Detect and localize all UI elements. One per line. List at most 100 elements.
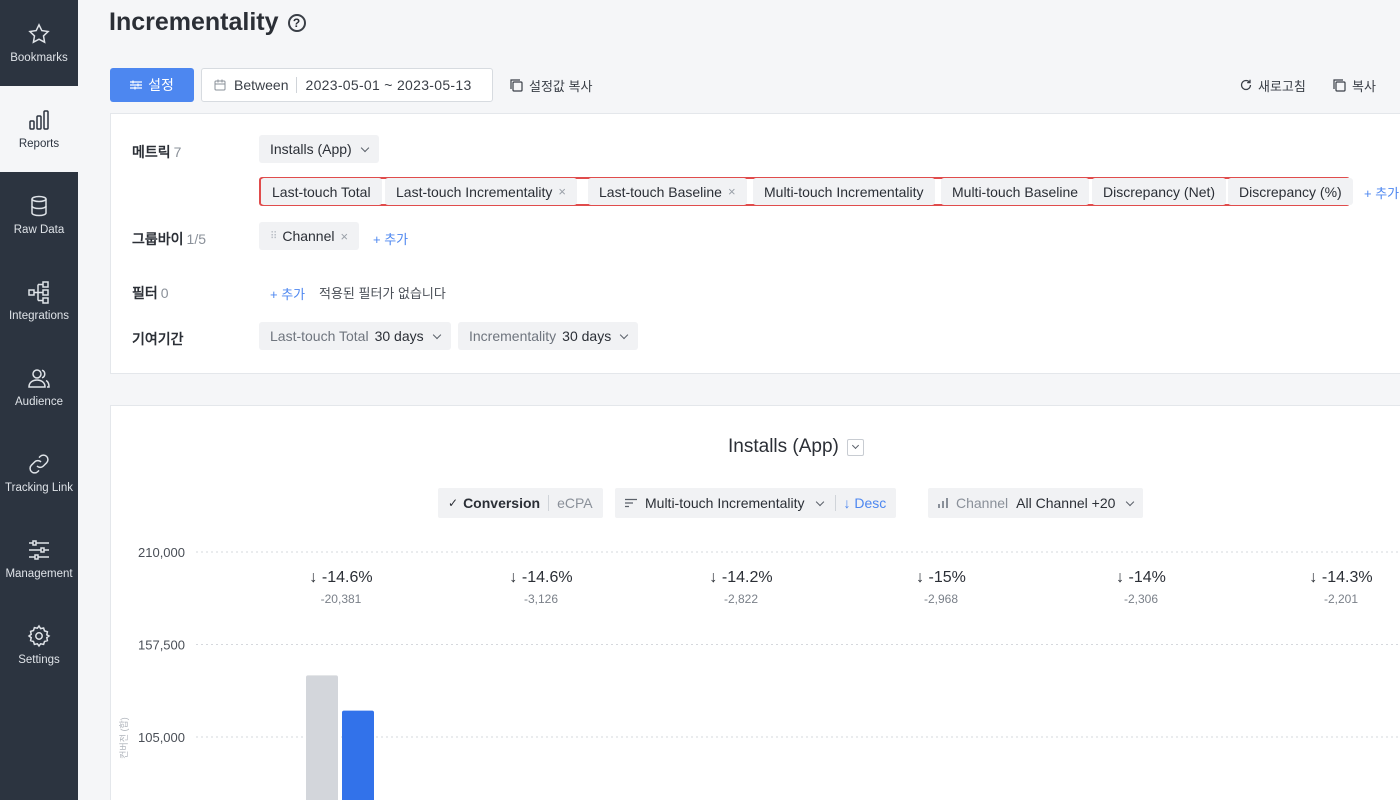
sidebar-item-label: Tracking Link xyxy=(5,482,73,494)
sidebar-item-reports[interactable]: Reports xyxy=(0,86,78,172)
y-tick-label: 157,500 xyxy=(138,638,185,653)
sidebar-item-label: Raw Data xyxy=(13,224,65,236)
sidebar-item-audience[interactable]: Audience xyxy=(0,344,78,430)
metric-chip[interactable]: Last-touch Incrementality × xyxy=(385,178,577,205)
metric-chip-label: Discrepancy (Net) xyxy=(1103,183,1216,200)
copy-button[interactable]: 복사 xyxy=(1333,68,1376,102)
metric-label: 메트릭 7 xyxy=(132,142,181,162)
refresh-icon xyxy=(1240,79,1252,91)
metric-chip[interactable]: Multi-touch Incrementality xyxy=(753,178,935,205)
metric-count: 7 xyxy=(173,144,182,160)
change-value: -2,968 xyxy=(923,592,959,606)
metric-chip[interactable]: Last-touch Total xyxy=(261,178,382,205)
add-filter-button[interactable]: + 추가 xyxy=(270,284,305,303)
change-value: -2,201 xyxy=(1323,592,1359,606)
chevron-down-icon xyxy=(432,330,441,339)
groupby-chip-label: Channel xyxy=(282,228,335,244)
calendar-icon xyxy=(214,79,226,91)
metric-chip[interactable]: Discrepancy (Net) xyxy=(1092,178,1227,205)
sidebar: Bookmarks Reports Raw Data Integrations … xyxy=(0,0,78,800)
metric-chip-label: Multi-touch Baseline xyxy=(952,183,1079,200)
change-annotation: ↓ -14.6% -3,126 xyxy=(471,569,611,606)
refresh-button[interactable]: 새로고침 xyxy=(1240,68,1306,102)
date-mode: Between xyxy=(234,77,289,93)
chevron-down-icon xyxy=(619,330,629,339)
metric-label-text: 메트릭 xyxy=(132,144,171,160)
metric-chip[interactable]: Last-touch Baseline × xyxy=(588,178,747,205)
y-axis-label: 컨버전 (합) xyxy=(119,717,129,759)
sidebar-item-management[interactable]: Management xyxy=(0,516,78,602)
metric-chip-label: Last-touch Baseline xyxy=(599,183,722,200)
copy-settings-button[interactable]: 설정값 복사 xyxy=(510,68,592,102)
y-tick-label: 210,000 xyxy=(138,545,185,560)
add-metric-button[interactable]: + 추가 xyxy=(1364,183,1399,202)
metric-chip-label: Multi-touch Incrementality xyxy=(764,183,924,200)
groupby-chip-channel[interactable]: ⠿ Channel × xyxy=(259,222,360,250)
gear-icon xyxy=(27,624,51,648)
chart-card: Installs (App) ✓ Conversion eCPA Multi-t… xyxy=(110,405,1400,800)
filter-label: 필터 0 xyxy=(132,283,169,303)
change-percent: ↓ -14.6% xyxy=(309,569,373,586)
change-annotation: ↓ -14.6% -20,381 xyxy=(271,569,411,606)
sidebar-item-settings[interactable]: Settings xyxy=(0,602,78,688)
sliders-icon xyxy=(130,80,143,90)
change-annotation: ↓ -14.3% -2,201 xyxy=(1271,569,1400,606)
close-icon[interactable]: × xyxy=(558,184,566,199)
bar-chart-icon xyxy=(29,110,49,130)
audience-icon xyxy=(28,369,50,388)
sidebar-item-tracking-link[interactable]: Tracking Link xyxy=(0,430,78,516)
change-value: -20,381 xyxy=(320,592,362,606)
add-groupby-button[interactable]: + 추가 xyxy=(373,229,408,248)
metric-chip-label: Last-touch Incrementality xyxy=(396,183,553,200)
change-percent: ↓ -14.2% xyxy=(709,569,773,586)
attribution-window-value: 30 days xyxy=(562,328,612,344)
change-value: -3,126 xyxy=(523,592,559,606)
attribution-label: 기여기간 xyxy=(132,331,184,347)
chart-bar[interactable] xyxy=(306,675,338,800)
settings-panel: 메트릭 7 Installs (App) Last-touch Total Las… xyxy=(110,113,1400,374)
refresh-label: 새로고침 xyxy=(1258,78,1306,94)
settings-button-label: 설정 xyxy=(148,77,174,93)
change-percent: ↓ -14% xyxy=(1116,569,1166,586)
close-icon[interactable]: × xyxy=(340,229,348,244)
copy-settings-label: 설정값 복사 xyxy=(529,78,593,94)
chart-bar[interactable] xyxy=(342,710,374,800)
groupby-label-text: 그룹바이 xyxy=(132,231,184,247)
filter-empty-text: 적용된 필터가 없습니다 xyxy=(319,286,446,301)
metric-chip[interactable]: Multi-touch Baseline xyxy=(941,178,1090,205)
sidebar-item-label: Reports xyxy=(18,138,60,150)
close-icon[interactable]: × xyxy=(728,184,736,199)
integrations-icon xyxy=(28,281,49,304)
sidebar-item-label: Audience xyxy=(15,396,63,408)
chevron-down-icon xyxy=(360,143,369,152)
attribution-window-last-touch[interactable]: Last-touch Total 30 days xyxy=(259,322,451,350)
page-title-text: Incrementality xyxy=(109,8,279,36)
change-annotation: ↓ -14% -2,306 xyxy=(1071,569,1211,606)
star-icon xyxy=(28,23,50,44)
sliders-icon xyxy=(29,540,49,560)
metric-event-label: Installs (App) xyxy=(270,141,352,157)
attribution-window-name: Last-touch Total xyxy=(270,328,369,344)
filter-count: 0 xyxy=(160,285,169,301)
settings-button[interactable]: 설정 xyxy=(110,68,194,102)
copy-icon xyxy=(1333,78,1346,92)
groupby-label: 그룹바이 1/5 xyxy=(132,229,206,249)
date-range-value: 2023-05-01 ~ 2023-05-13 xyxy=(305,77,472,93)
change-annotation: ↓ -14.2% -2,822 xyxy=(671,569,811,606)
help-icon[interactable]: ? xyxy=(287,13,306,32)
change-percent: ↓ -14.3% xyxy=(1309,569,1373,586)
metric-chip[interactable]: Discrepancy (%) xyxy=(1228,178,1353,205)
metric-event-select[interactable]: Installs (App) xyxy=(259,135,379,163)
sidebar-item-bookmarks[interactable]: Bookmarks xyxy=(0,0,78,86)
groupby-count: 1/5 xyxy=(186,231,206,247)
sidebar-item-raw-data[interactable]: Raw Data xyxy=(0,172,78,258)
change-value: -2,306 xyxy=(1123,592,1159,606)
sidebar-item-integrations[interactable]: Integrations xyxy=(0,258,78,344)
link-icon xyxy=(29,454,49,474)
drag-handle-icon[interactable]: ⠿ xyxy=(270,231,277,242)
date-range-picker[interactable]: Between 2023-05-01 ~ 2023-05-13 xyxy=(201,68,493,102)
change-percent: ↓ -15% xyxy=(916,569,966,586)
copy-label: 복사 xyxy=(1352,78,1376,94)
app-root: Bookmarks Reports Raw Data Integrations … xyxy=(0,0,1400,800)
attribution-window-incrementality[interactable]: Incrementality 30 days xyxy=(458,322,639,350)
